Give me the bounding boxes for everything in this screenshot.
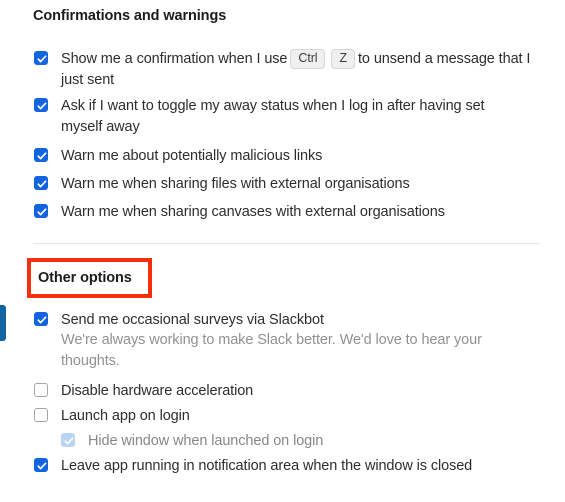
option-row-launch-app-on-login[interactable]: Launch app on login	[34, 406, 514, 427]
option-label-unsend-confirmation: Show me a confirmation when I use Ctrl Zto…	[61, 49, 539, 91]
option-row-disable-hardware-acceleration[interactable]: Disable hardware acceleration	[34, 381, 514, 402]
option-label-disable-hardware-acceleration: Disable hardware acceleration	[61, 383, 254, 399]
option-label-malicious-links: Warn me about potentially malicious link…	[61, 148, 323, 164]
option-row-sharing-canvases[interactable]: Warn me when sharing canvases with exter…	[34, 202, 524, 223]
checkbox-malicious-links[interactable]	[34, 148, 48, 162]
option-label-launch-app-on-login: Launch app on login	[61, 408, 190, 424]
option-row-away-status[interactable]: Ask if I want to toggle my away status w…	[34, 96, 514, 138]
checkbox-sharing-files[interactable]	[34, 176, 48, 190]
checkbox-unsend-confirmation[interactable]	[34, 51, 48, 65]
option-row-unsend-confirmation[interactable]: Show me a confirmation when I use Ctrl Zto…	[34, 49, 539, 91]
unsend-label-before: Show me a confirmation when I use	[61, 51, 288, 67]
checkbox-away-status[interactable]	[34, 98, 48, 112]
option-label-sharing-files: Warn me when sharing files with external…	[61, 176, 410, 192]
checkbox-sharing-canvases[interactable]	[34, 204, 48, 218]
key-chip-z: Z	[331, 49, 355, 69]
option-row-leave-app-running[interactable]: Leave app running in notification area w…	[34, 456, 534, 477]
checkbox-leave-app-running[interactable]	[34, 458, 48, 472]
option-label-hide-window-on-launch: Hide window when launched on login	[88, 433, 324, 449]
checkbox-disable-hardware-acceleration[interactable]	[34, 383, 48, 397]
option-row-sharing-files[interactable]: Warn me when sharing files with external…	[34, 174, 514, 195]
section-title-other-options: Other options	[38, 270, 132, 286]
option-label-sharing-canvases: Warn me when sharing canvases with exter…	[61, 204, 445, 220]
checkbox-hide-window-on-launch	[61, 433, 75, 447]
checkbox-launch-app-on-login[interactable]	[34, 408, 48, 422]
option-description-slackbot-surveys: We're always working to make Slack bette…	[61, 332, 482, 369]
option-label-away-status: Ask if I want to toggle my away status w…	[61, 98, 485, 135]
left-edge-indicator[interactable]	[0, 305, 6, 341]
key-chip-ctrl: Ctrl	[290, 49, 326, 69]
option-row-hide-window-on-launch: Hide window when launched on login	[61, 431, 521, 452]
option-row-slackbot-surveys[interactable]: Send me occasional surveys via Slackbot	[34, 310, 514, 331]
option-row-malicious-links[interactable]: Warn me about potentially malicious link…	[34, 146, 514, 167]
checkbox-slackbot-surveys[interactable]	[34, 312, 48, 326]
section-divider	[33, 243, 540, 244]
option-label-slackbot-surveys: Send me occasional surveys via Slackbot	[61, 312, 324, 328]
preferences-panel: Confirmations and warnings Show me a con…	[0, 0, 565, 502]
section-title-confirmations: Confirmations and warnings	[33, 8, 227, 24]
option-label-leave-app-running: Leave app running in notification area w…	[61, 458, 473, 474]
